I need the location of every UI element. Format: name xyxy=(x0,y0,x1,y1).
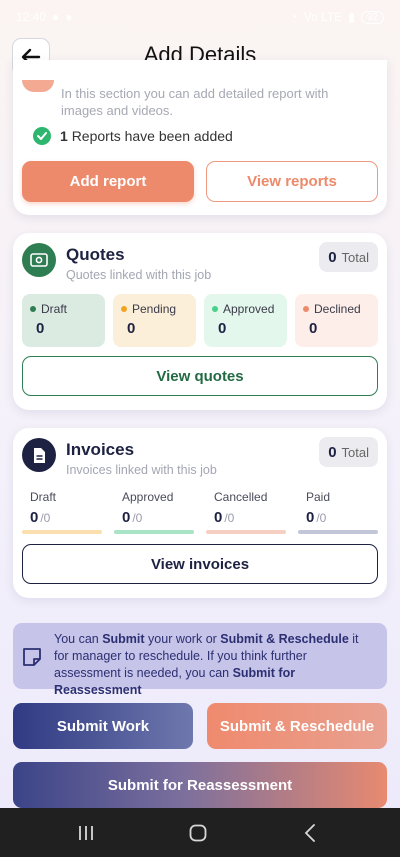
note-icon xyxy=(23,648,41,666)
invoice-col-bar xyxy=(298,530,378,534)
quote-tile-value: 0 xyxy=(36,320,45,337)
submission-info-box: You can Submit your work or Submit & Res… xyxy=(13,623,387,697)
chevron-left-icon xyxy=(304,824,315,842)
home-button[interactable] xyxy=(178,820,218,846)
submit-reschedule-button[interactable]: Submit & Reschedule xyxy=(207,703,387,749)
wifi-icon: ◔ xyxy=(290,10,298,24)
view-quotes-button[interactable]: View quotes xyxy=(22,356,378,396)
invoice-col-bar xyxy=(206,530,286,534)
document-icon xyxy=(22,438,56,472)
info-bold-submit: Submit xyxy=(102,632,145,646)
invoice-col-bar xyxy=(22,530,102,534)
reports-count: 1 xyxy=(60,128,68,144)
battery-icon: 92 xyxy=(360,10,384,24)
add-report-button[interactable]: Add report xyxy=(22,161,194,202)
quote-tile-label: Approved xyxy=(223,302,275,316)
status-bar: 12:40 ● ● ◔ Vo LTE ▮ 92 xyxy=(0,0,400,34)
reports-description: In this section you can add detailed rep… xyxy=(61,86,329,118)
quote-tile-declined[interactable]: Declined 0 xyxy=(295,294,378,347)
invoices-total-badge: 0 Total xyxy=(319,437,378,467)
status-dot-icon xyxy=(212,306,218,312)
quotes-card: Quotes Quotes linked with this job 0 Tot… xyxy=(13,233,387,410)
invoice-col-draft[interactable]: Draft 0/0 xyxy=(22,490,102,534)
invoice-col-of: /0 xyxy=(316,511,327,525)
submit-work-button[interactable]: Submit Work xyxy=(13,703,193,749)
info-text-2: your work or xyxy=(144,632,221,646)
invoice-col-label: Paid xyxy=(306,490,331,504)
invoices-card: Invoices Invoices linked with this job 0… xyxy=(13,428,387,598)
quote-tile-label: Pending xyxy=(132,302,177,316)
notification-icon-2: ● xyxy=(65,10,73,24)
invoice-col-value: 0 xyxy=(214,509,223,526)
quote-tile-value: 0 xyxy=(127,320,136,337)
submit-reassessment-button[interactable]: Submit for Reassessment xyxy=(13,762,387,808)
quote-tile-value: 0 xyxy=(218,320,227,337)
invoice-status-columns: Draft 0/0 Approved 0/0 Cancelled 0/0 Pai… xyxy=(22,490,378,534)
invoices-total-label: Total xyxy=(341,444,369,460)
network-label: Vo LTE xyxy=(303,10,343,24)
invoices-total-value: 0 xyxy=(328,443,337,461)
quote-tile-label: Declined xyxy=(314,302,361,316)
view-invoices-button[interactable]: View invoices xyxy=(22,544,378,584)
invoices-title: Invoices xyxy=(66,440,135,459)
status-dot-icon xyxy=(303,306,309,312)
invoice-col-label: Draft xyxy=(30,490,57,504)
invoice-col-of: /0 xyxy=(224,511,235,525)
quote-status-tiles: Draft 0 Pending 0 Approved 0 Declined 0 xyxy=(22,294,378,347)
invoice-col-of: /0 xyxy=(132,511,143,525)
status-dot-icon xyxy=(121,306,127,312)
invoice-col-label: Approved xyxy=(122,490,174,504)
signal-icon: ▮ xyxy=(348,10,355,24)
quotes-total-value: 0 xyxy=(328,248,337,266)
invoice-col-approved[interactable]: Approved 0/0 xyxy=(114,490,194,534)
quotes-title: Quotes xyxy=(66,245,125,264)
invoice-col-value: 0 xyxy=(122,509,131,526)
info-bold-reschedule: Submit & Reschedule xyxy=(220,632,349,646)
quote-tile-label: Draft xyxy=(41,302,68,316)
system-back-button[interactable] xyxy=(290,820,330,846)
invoice-col-label: Cancelled xyxy=(214,490,268,504)
quotes-total-label: Total xyxy=(341,249,369,265)
invoice-col-value: 0 xyxy=(306,509,315,526)
notification-icon: ● xyxy=(52,10,60,24)
money-icon xyxy=(22,243,56,277)
quotes-total-badge: 0 Total xyxy=(319,242,378,272)
reports-card: In this section you can add detailed rep… xyxy=(13,60,387,215)
invoice-col-cancelled[interactable]: Cancelled 0/0 xyxy=(206,490,286,534)
reports-added-status: 1 Reports have been added xyxy=(33,127,233,145)
quote-tile-draft[interactable]: Draft 0 xyxy=(22,294,105,347)
status-time: 12:40 xyxy=(16,10,47,24)
check-circle-icon xyxy=(33,127,51,145)
invoices-subtitle: Invoices linked with this job xyxy=(66,463,217,477)
recent-apps-button[interactable] xyxy=(66,820,106,846)
info-text-1: You can xyxy=(54,632,103,646)
reports-count-text: Reports have been added xyxy=(71,128,233,144)
quote-tile-pending[interactable]: Pending 0 xyxy=(113,294,196,347)
quote-tile-value: 0 xyxy=(309,320,318,337)
reports-icon xyxy=(22,80,54,92)
status-dot-icon xyxy=(30,306,36,312)
recent-apps-icon xyxy=(79,826,93,840)
view-reports-button[interactable]: View reports xyxy=(206,161,378,202)
quote-tile-approved[interactable]: Approved 0 xyxy=(204,294,287,347)
invoice-col-paid[interactable]: Paid 0/0 xyxy=(298,490,378,534)
home-icon xyxy=(189,824,207,842)
invoice-col-bar xyxy=(114,530,194,534)
quotes-subtitle: Quotes linked with this job xyxy=(66,268,212,282)
system-nav-bar xyxy=(0,808,400,857)
invoice-col-value: 0 xyxy=(30,509,39,526)
invoice-col-of: /0 xyxy=(40,511,51,525)
